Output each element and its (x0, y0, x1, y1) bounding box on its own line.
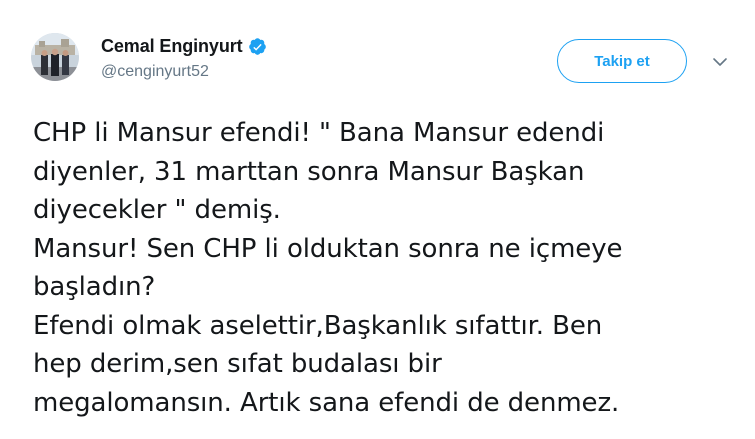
tweet-text-line: başladın? (33, 272, 156, 302)
tweet-card: Cemal Enginyurt @cenginyurt52 Takip et C… (0, 0, 755, 439)
user-handle[interactable]: @cenginyurt52 (101, 63, 209, 81)
verified-badge-icon (248, 37, 267, 56)
tweet-text-line: megalomansın. Artık sana efendi de denme… (33, 387, 620, 418)
tweet-text-line: CHP li Mansur efendi! " Bana Mansur eden… (33, 118, 605, 148)
tweet-text-line: Efendi olmak aselettir,Başkanlık sıfattı… (33, 310, 603, 341)
chevron-down-icon[interactable] (711, 55, 729, 69)
tweet-text-line: diyenler, 31 marttan sonra Mansur Başkan (33, 156, 585, 187)
tweet-text-line: diyecekler " demiş. (33, 195, 281, 225)
follow-button[interactable]: Takip et (557, 39, 687, 83)
tweet-text: CHP li Mansur efendi! " Bana Mansur eden… (33, 114, 748, 422)
user-name-row: Cemal Enginyurt (101, 34, 267, 58)
avatar[interactable] (31, 33, 79, 81)
tweet-text-line: Mansur! Sen CHP li olduktan sonra ne içm… (33, 233, 623, 264)
display-name[interactable]: Cemal Enginyurt (101, 36, 243, 57)
tweet-text-line: hep derim,sen sıfat budalası bir (33, 349, 442, 379)
